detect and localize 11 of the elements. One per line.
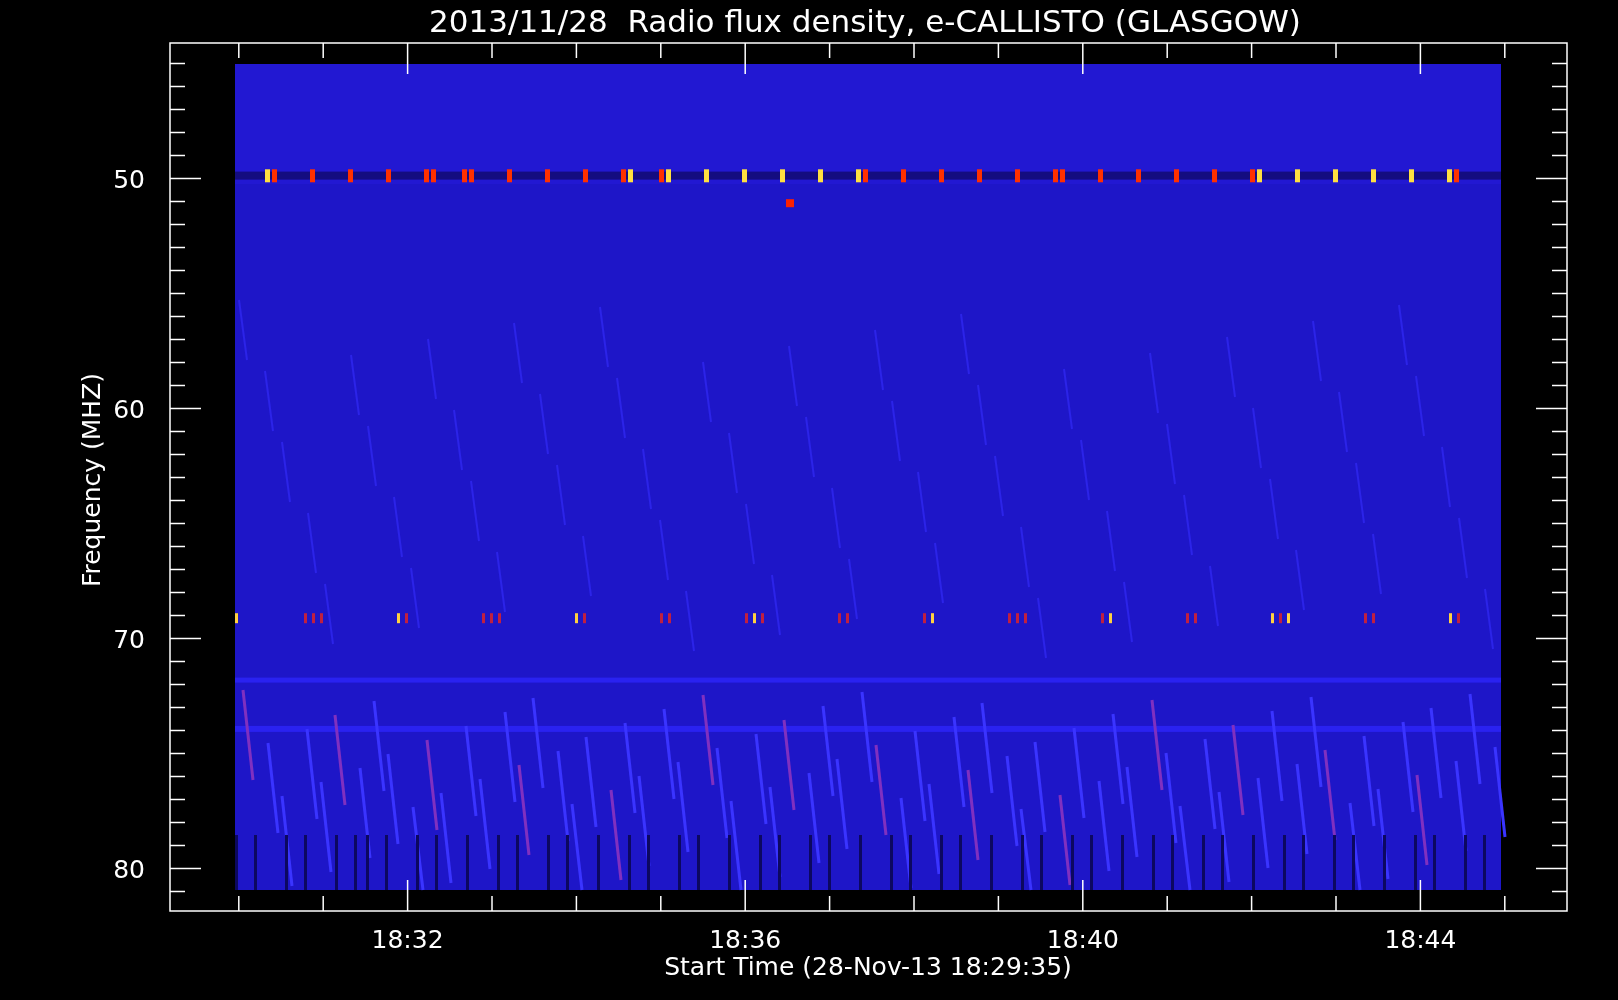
- y-tick-label: 70: [113, 624, 145, 654]
- x-tick-label: 18:32: [371, 925, 444, 954]
- x-tick-label: 18:40: [1046, 925, 1119, 954]
- x-axis-label: Start Time (28-Nov-13 18:29:35): [664, 952, 1072, 981]
- y-tick-label: 60: [113, 394, 145, 424]
- y-axis-label: Frequency (MHZ): [77, 372, 106, 588]
- y-tick-label: 50: [113, 164, 145, 194]
- chart-title: 2013/11/28 Radio flux density, e-CALLISTO (GLASGOW): [429, 3, 1301, 39]
- x-tick-label: 18:44: [1384, 925, 1457, 954]
- y-tick-label: 80: [113, 854, 145, 884]
- x-tick-label: 18:36: [709, 925, 782, 954]
